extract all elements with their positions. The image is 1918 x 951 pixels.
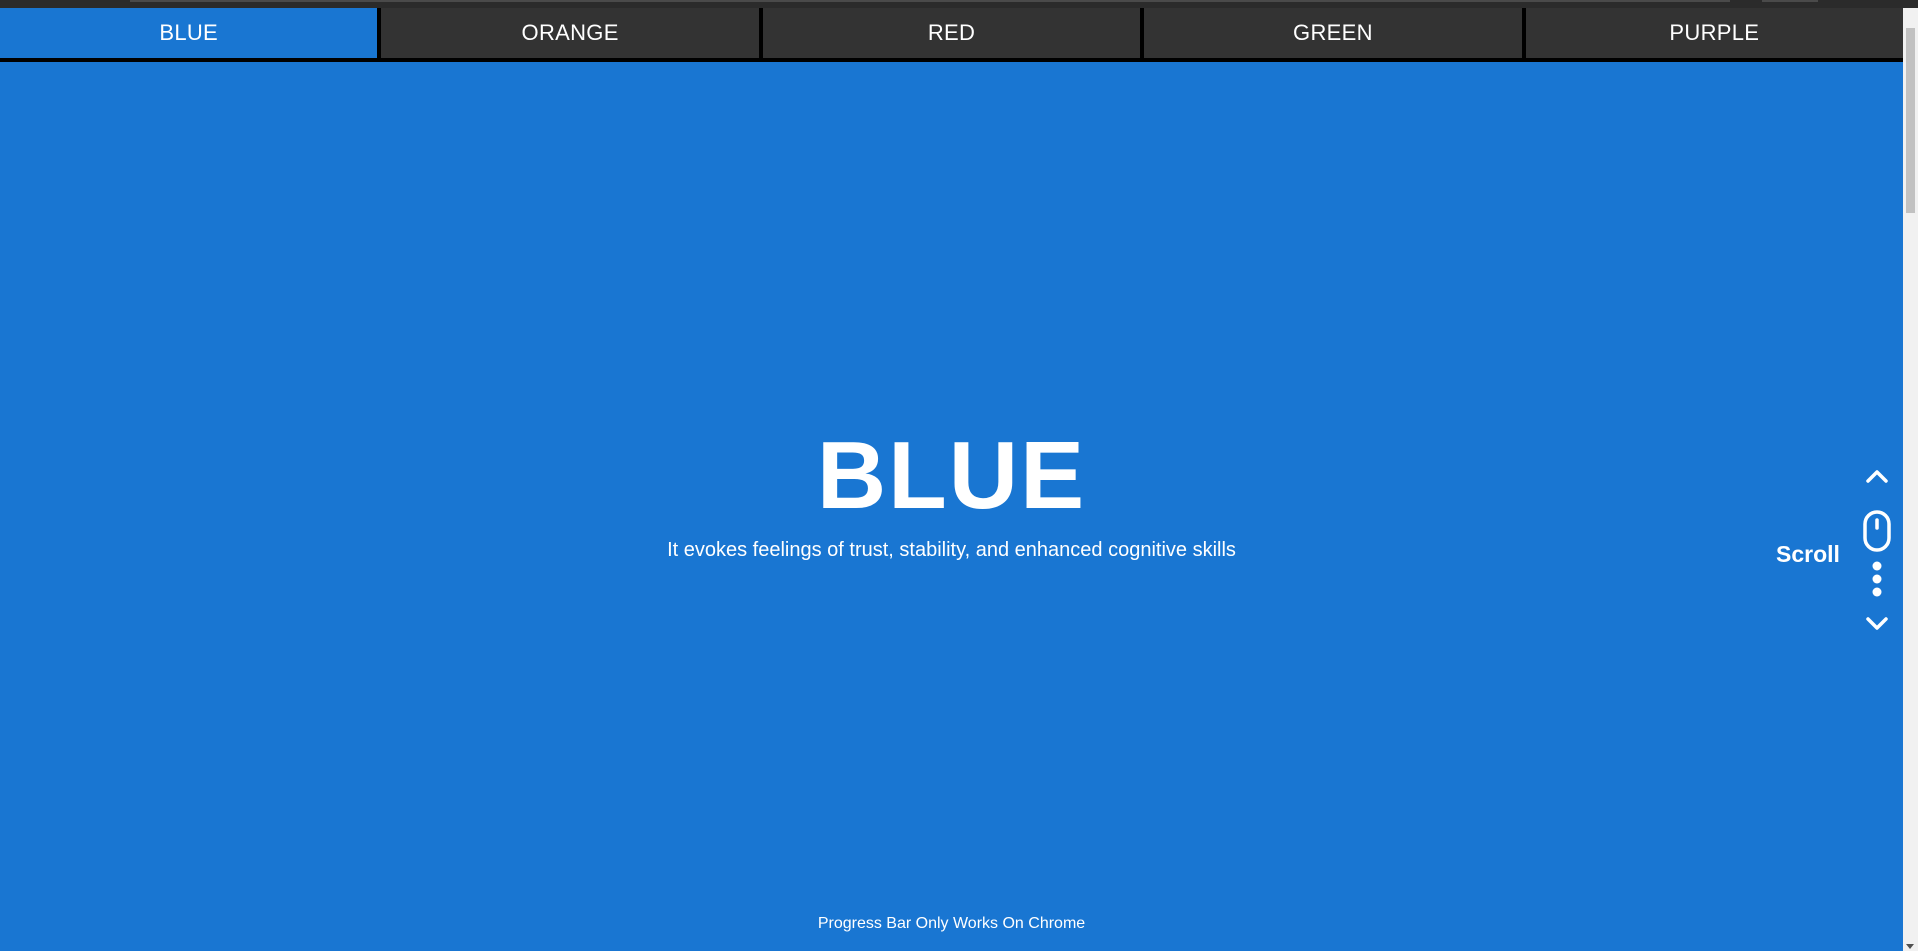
- section-title: BLUE: [816, 422, 1087, 529]
- scroll-hint[interactable]: Scroll: [1770, 467, 1891, 647]
- top-strip-line: [130, 0, 1730, 2]
- dots-icon: [1872, 561, 1882, 597]
- scrollbar-thumb[interactable]: [1906, 28, 1915, 213]
- section-subtitle: It evokes feelings of trust, stability, …: [667, 539, 1236, 561]
- page-scrollbar[interactable]: [1903, 8, 1918, 951]
- color-section-blue: BLUE It evokes feelings of trust, stabil…: [0, 62, 1903, 951]
- tab-orange[interactable]: ORANGE: [381, 8, 759, 58]
- tab-blue[interactable]: BLUE: [0, 8, 378, 58]
- chevron-down-icon[interactable]: [1864, 615, 1890, 633]
- browser-top-strip: [0, 0, 1918, 8]
- tab-green[interactable]: GREEN: [1144, 8, 1522, 58]
- top-strip-line-right: [1762, 0, 1818, 2]
- tab-purple[interactable]: PURPLE: [1525, 8, 1904, 58]
- mouse-icon: [1863, 510, 1891, 552]
- scrollbar-down-arrow-icon[interactable]: [1906, 944, 1914, 949]
- scroll-label: Scroll: [1776, 541, 1840, 567]
- chevron-up-icon[interactable]: [1864, 467, 1890, 485]
- color-nav-bar: BLUE ORANGE RED GREEN PURPLE: [0, 8, 1904, 62]
- footer-note: Progress Bar Only Works On Chrome: [817, 915, 1086, 932]
- tab-red[interactable]: RED: [762, 8, 1141, 58]
